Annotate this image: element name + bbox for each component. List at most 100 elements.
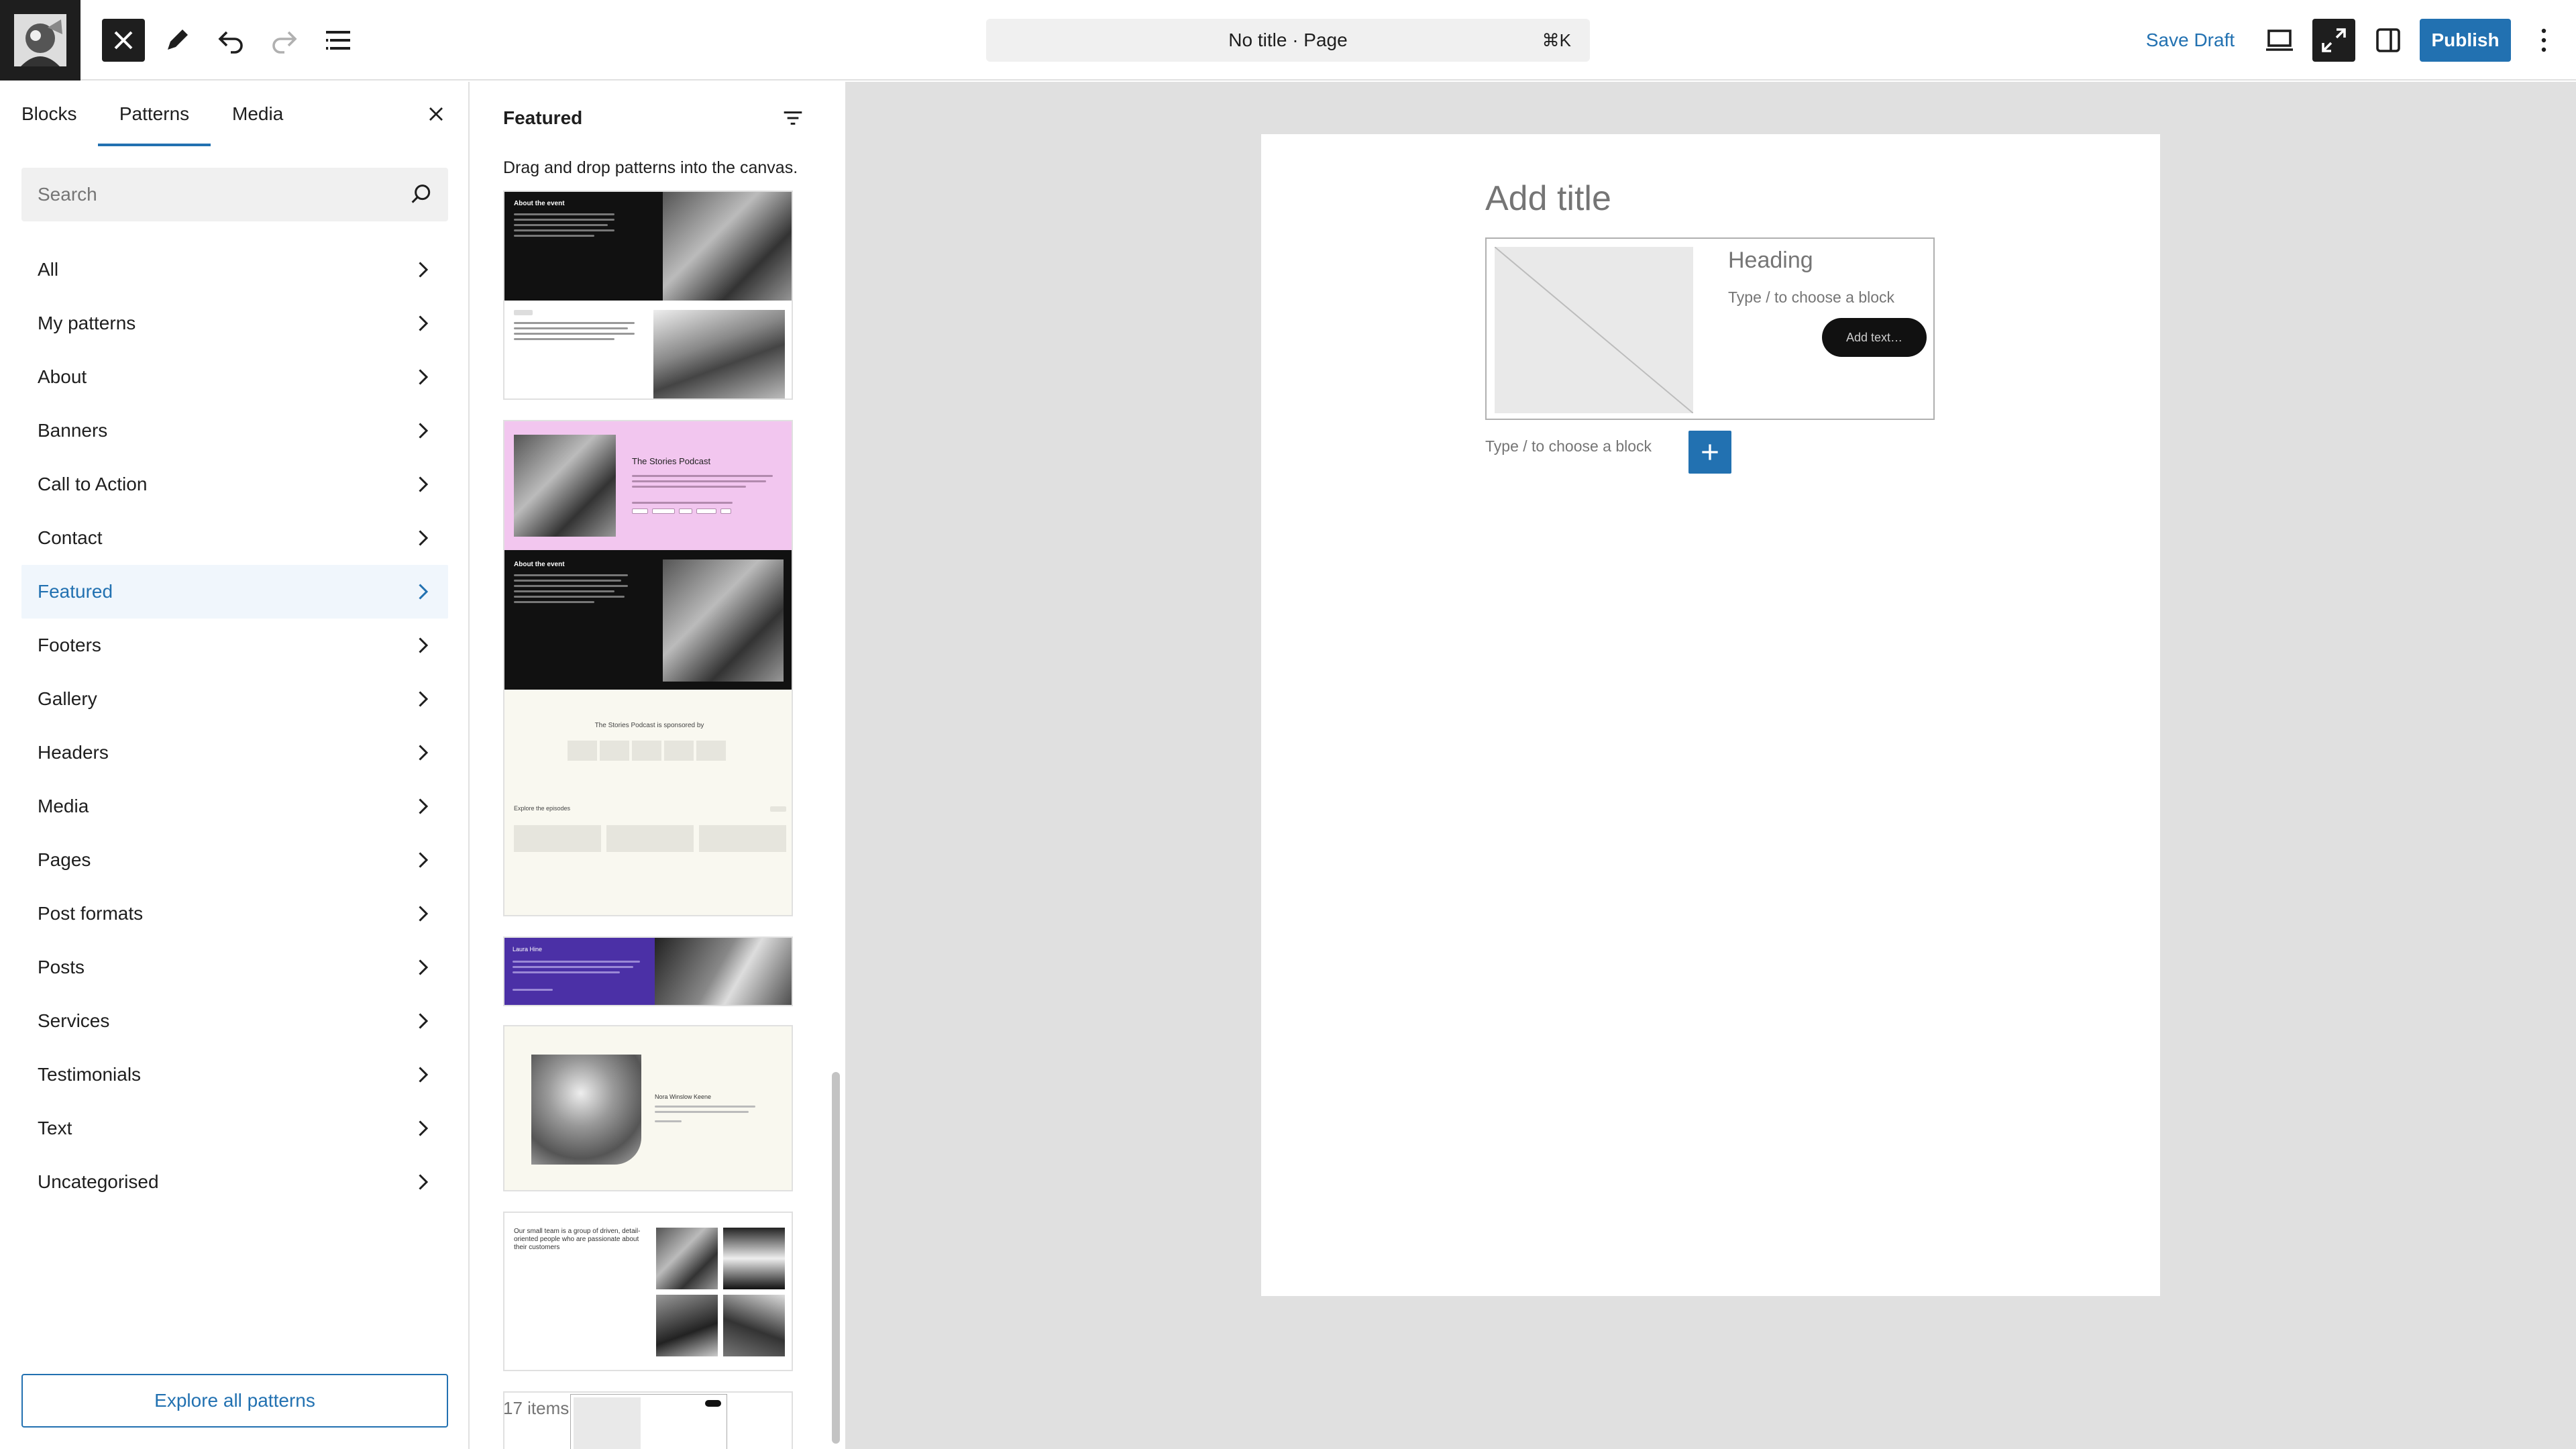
chevron-right-icon — [419, 906, 429, 922]
paragraph-placeholder[interactable]: Type / to choose a block — [1728, 286, 1894, 309]
category-headers[interactable]: Headers — [21, 726, 448, 780]
preview-logo-box — [568, 741, 597, 761]
sidebar-icon — [2376, 28, 2400, 52]
category-gallery[interactable]: Gallery — [21, 672, 448, 726]
category-post-formats[interactable]: Post formats — [21, 887, 448, 941]
preview-episodes-text: Explore the episodes — [514, 805, 571, 812]
preview-text-line — [514, 590, 614, 592]
button-block[interactable]: Add text… — [1822, 318, 1927, 357]
redo-icon — [272, 31, 297, 54]
pattern-preview-team[interactable]: Our small team is a group of driven, det… — [503, 1212, 793, 1371]
redo-button[interactable] — [263, 19, 306, 62]
pattern-preview-podcast[interactable]: The Stories Podcast About the event The … — [503, 420, 793, 916]
preview-heading: About the event — [514, 561, 565, 568]
category-label: Services — [38, 1010, 110, 1031]
preview-sponsor-text: The Stories Podcast is sponsored by — [594, 722, 704, 729]
preview-text-line — [514, 219, 614, 221]
empty-block-hint[interactable]: Type / to choose a block — [1485, 435, 1652, 458]
tab-media[interactable]: Media — [232, 82, 283, 146]
category-text[interactable]: Text — [21, 1102, 448, 1155]
chevron-right-icon — [419, 798, 429, 814]
inserter-tabs: Blocks Patterns Media — [0, 82, 470, 146]
preview-text-line — [514, 213, 614, 215]
document-overview-button[interactable] — [317, 19, 360, 62]
preview-image — [723, 1295, 785, 1356]
list-view-icon — [326, 31, 350, 50]
preview-text-line — [632, 475, 773, 477]
undo-button[interactable] — [209, 19, 252, 62]
category-my-patterns[interactable]: My patterns — [21, 297, 448, 350]
pattern-scrollbar[interactable] — [830, 189, 841, 1444]
view-icon — [2266, 30, 2293, 51]
media-text-block[interactable]: Heading Type / to choose a block Add tex… — [1485, 237, 1935, 420]
chevron-right-icon — [419, 423, 429, 439]
preview-text-line — [514, 596, 625, 598]
preview-text-line — [513, 989, 553, 991]
view-button[interactable] — [2258, 19, 2301, 62]
site-logo-icon — [14, 14, 66, 66]
scrollbar-thumb[interactable] — [832, 1072, 840, 1444]
category-posts[interactable]: Posts — [21, 941, 448, 994]
preview-image — [653, 310, 785, 398]
chevron-right-icon — [419, 852, 429, 868]
category-all[interactable]: All — [21, 243, 448, 297]
preview-text-line — [514, 224, 608, 226]
category-pages[interactable]: Pages — [21, 833, 448, 887]
post-title-input[interactable]: Add title — [1485, 174, 1611, 223]
preview-tag — [632, 508, 648, 514]
preview-text-line — [514, 333, 635, 335]
publish-button[interactable]: Publish — [2420, 19, 2511, 62]
category-media[interactable]: Media — [21, 780, 448, 833]
close-icon — [429, 107, 443, 121]
category-testimonials[interactable]: Testimonials — [21, 1048, 448, 1102]
preview-logo-box — [632, 741, 661, 761]
close-editor-button[interactable] — [102, 19, 145, 62]
settings-sidebar-button[interactable] — [2367, 19, 2410, 62]
fullscreen-toggle[interactable] — [2312, 19, 2355, 62]
category-contact[interactable]: Contact — [21, 511, 448, 565]
tools-button[interactable] — [156, 19, 199, 62]
explore-all-patterns-button[interactable]: Explore all patterns — [21, 1374, 448, 1428]
pattern-preview-nora[interactable]: Nora Winslow Keene — [503, 1025, 793, 1191]
preview-badge — [514, 310, 533, 315]
category-label: Posts — [38, 957, 85, 977]
search-input[interactable]: Search — [21, 168, 448, 221]
category-uncategorised[interactable]: Uncategorised — [21, 1155, 448, 1209]
category-featured[interactable]: Featured — [21, 565, 448, 619]
preview-text-line — [514, 322, 635, 324]
category-footers[interactable]: Footers — [21, 619, 448, 672]
pattern-preview-laura[interactable]: Laura Hine — [503, 936, 793, 1006]
preview-heading: About the event — [514, 200, 565, 207]
heading-block[interactable]: Heading — [1728, 244, 1813, 276]
page-canvas[interactable]: Add title Heading Type / to choose a blo… — [1261, 134, 2160, 1296]
preview-heading: Nora Winslow Keene — [655, 1093, 712, 1100]
close-inserter-button[interactable] — [420, 98, 452, 130]
category-banners[interactable]: Banners — [21, 404, 448, 458]
tab-blocks[interactable]: Blocks — [21, 82, 76, 146]
category-call-to-action[interactable]: Call to Action — [21, 458, 448, 511]
tab-patterns[interactable]: Patterns — [98, 82, 211, 146]
add-block-button[interactable] — [1688, 431, 1731, 474]
preview-text-line — [514, 229, 614, 231]
pattern-preview-about-event[interactable]: About the event — [503, 191, 793, 400]
items-count: 17 items — [503, 1398, 570, 1418]
chevron-right-icon — [419, 476, 429, 492]
options-button[interactable] — [2522, 19, 2565, 62]
preview-episode-card — [606, 825, 694, 852]
preview-text-line — [514, 235, 594, 237]
site-logo[interactable] — [0, 0, 80, 80]
chevron-right-icon — [419, 1067, 429, 1083]
category-about[interactable]: About — [21, 350, 448, 404]
preview-image — [656, 1295, 718, 1356]
category-label: Media — [38, 796, 89, 816]
category-services[interactable]: Services — [21, 994, 448, 1048]
command-palette-button[interactable]: No title · Page ⌘K — [986, 19, 1590, 62]
preview-text-line — [514, 601, 594, 603]
preview-image — [656, 1228, 718, 1289]
preview-heading: The Stories Podcast — [632, 456, 711, 466]
preview-button — [705, 1400, 721, 1407]
filter-button[interactable] — [774, 99, 812, 137]
media-placeholder[interactable] — [1495, 247, 1693, 413]
preview-text-line — [655, 1106, 755, 1108]
save-draft-button[interactable]: Save Draft — [2127, 19, 2254, 62]
